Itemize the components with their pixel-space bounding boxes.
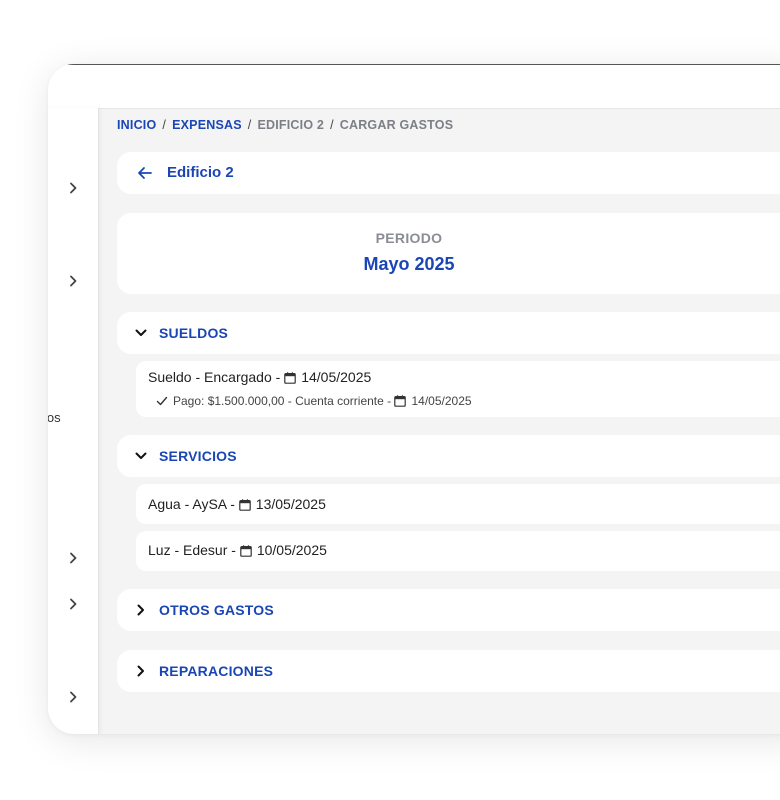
chevron-right-icon[interactable] <box>66 274 80 288</box>
chevron-down-icon <box>134 449 148 463</box>
breadcrumb-separator: / <box>330 118 334 132</box>
expense-item[interactable]: Agua - AySA - 13/05/2025 <box>136 484 780 524</box>
chevron-right-icon <box>134 603 148 617</box>
breadcrumb-item-current: CARGAR GASTOS <box>339 118 454 132</box>
section-title: OTROS GASTOS <box>159 602 274 618</box>
breadcrumb-link-inicio[interactable]: INICIO <box>117 118 156 132</box>
expense-label: Luz - Edesur - <box>148 542 240 558</box>
calendar-icon <box>240 544 252 557</box>
expense-item[interactable]: Luz - Edesur - 10/05/2025 <box>136 531 780 571</box>
sidebar-item-label[interactable]: ios <box>48 410 61 425</box>
breadcrumb: INICIO / EXPENSAS / EDIFICIO 2 / CARGAR GASTOS <box>117 118 453 132</box>
expense-date: 14/05/2025 <box>301 369 372 385</box>
breadcrumb-separator: / <box>247 118 252 132</box>
section-reparaciones-header[interactable]: REPARACIONES <box>117 650 780 692</box>
chevron-right-icon <box>134 664 148 678</box>
check-icon <box>156 395 168 407</box>
page-title: Edificio 2 <box>167 164 234 181</box>
expense-label: Agua - AySA - <box>148 496 239 512</box>
section-sueldos-header[interactable]: SUELDOS <box>117 312 780 354</box>
period-card: PERIODO Mayo 2025 <box>117 213 780 294</box>
page-header-card: Edificio 2 <box>117 152 780 194</box>
sidebar: ios <box>48 108 99 734</box>
expense-line: Agua - AySA - 13/05/2025 <box>148 496 326 512</box>
breadcrumb-item-edificio: EDIFICIO 2 <box>257 118 325 132</box>
expense-item[interactable]: Sueldo - Encargado - 14/05/2025 Pago: $1… <box>136 361 780 417</box>
payment-label: Pago: $1.500.000,00 - Cuenta corriente - <box>173 394 395 408</box>
payment-line: Pago: $1.500.000,00 - Cuenta corriente -… <box>156 394 472 408</box>
section-title: REPARACIONES <box>159 663 274 679</box>
payment-date: 14/05/2025 <box>411 394 472 408</box>
breadcrumb-separator: / <box>162 118 167 132</box>
period-value: Mayo 2025 <box>363 254 455 274</box>
chevron-down-icon <box>134 326 148 340</box>
calendar-icon <box>284 371 297 384</box>
calendar-icon <box>394 395 407 407</box>
arrow-left-icon[interactable] <box>137 165 153 181</box>
section-otros-gastos-header[interactable]: OTROS GASTOS <box>117 589 780 631</box>
expense-label: Sueldo - Encargado - <box>148 369 285 385</box>
period-label: PERIODO <box>375 230 443 246</box>
chevron-right-icon[interactable] <box>66 551 80 565</box>
chevron-right-icon[interactable] <box>66 690 80 704</box>
section-title: SERVICIOS <box>159 448 237 464</box>
chevron-right-icon[interactable] <box>66 597 80 611</box>
expense-line: Luz - Edesur - 10/05/2025 <box>148 542 327 558</box>
top-bar-border <box>68 64 780 65</box>
top-bar <box>48 64 780 109</box>
breadcrumb-link-expensas[interactable]: EXPENSAS <box>172 118 242 132</box>
section-servicios-header[interactable]: SERVICIOS <box>117 435 780 477</box>
calendar-icon <box>238 498 251 511</box>
chevron-right-icon[interactable] <box>66 181 80 195</box>
app-window: ios INICIO / EXPENSAS / EDIFICIO 2 / CARGAR GA… <box>48 64 780 734</box>
section-title: SUELDOS <box>159 325 229 341</box>
expense-line: Sueldo - Encargado - 14/05/2025 <box>148 369 371 385</box>
expense-date: 10/05/2025 <box>256 542 327 558</box>
expense-date: 13/05/2025 <box>255 496 326 512</box>
